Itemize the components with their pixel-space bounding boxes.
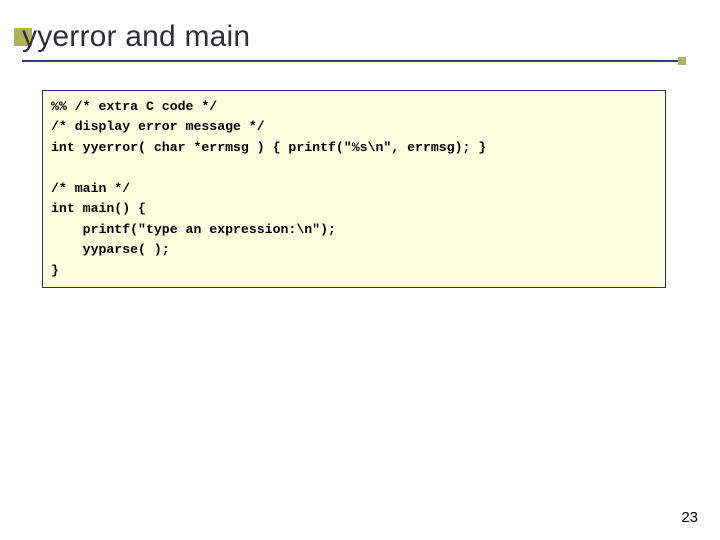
code-content: %% /* extra C code */ /* display error m…	[51, 97, 657, 281]
title-block: yyerror and main	[14, 20, 680, 53]
code-box: %% /* extra C code */ /* display error m…	[42, 90, 666, 288]
slide: yyerror and main %% /* extra C code */ /…	[0, 0, 720, 540]
title-underline	[22, 60, 680, 62]
page-number: 23	[681, 509, 698, 526]
page-title: yyerror and main	[22, 20, 680, 53]
